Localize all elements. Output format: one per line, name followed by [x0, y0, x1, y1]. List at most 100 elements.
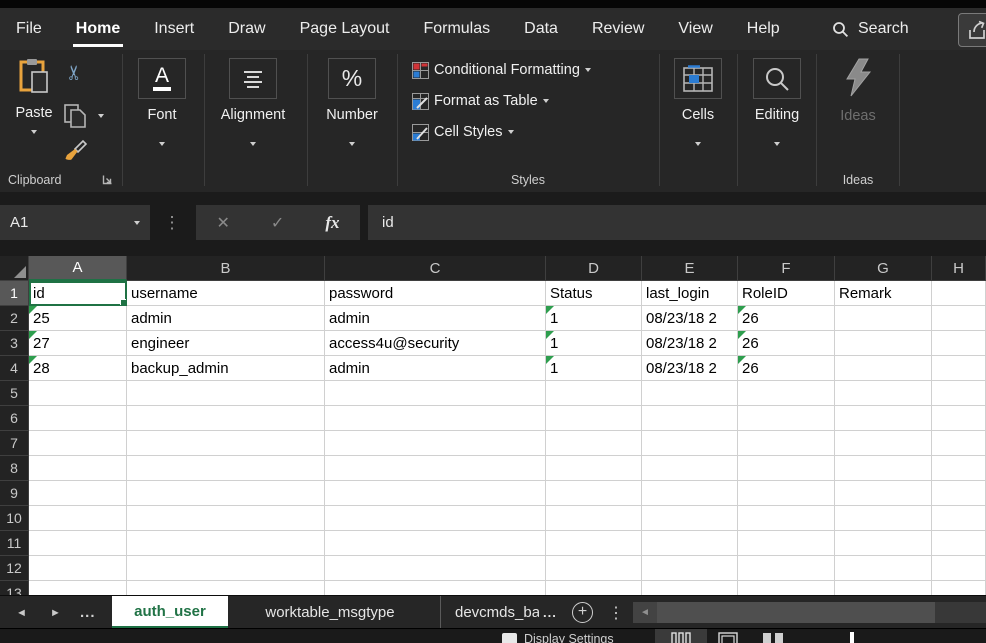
name-box[interactable]: A1 [0, 205, 150, 240]
page-break-view-button[interactable] [762, 632, 784, 643]
cell-A6[interactable] [29, 406, 127, 431]
cell-A9[interactable] [29, 481, 127, 506]
font-settings-button[interactable]: A [138, 58, 186, 99]
cell-E3[interactable]: 08/23/18 2 [642, 331, 738, 356]
row-header-8[interactable]: 8 [0, 456, 29, 481]
cell-C11[interactable] [325, 531, 546, 556]
cell-F9[interactable] [738, 481, 835, 506]
cell-C10[interactable] [325, 506, 546, 531]
fill-handle[interactable] [120, 299, 127, 306]
cell-A2[interactable]: 25 [29, 306, 127, 331]
cell-H4[interactable] [932, 356, 986, 381]
cell-A4[interactable]: 28 [29, 356, 127, 381]
cut-button[interactable]: ✂ [62, 64, 87, 81]
sheet-tab-auth-user[interactable]: auth_user [112, 596, 228, 629]
paste-button[interactable]: Paste [8, 56, 60, 166]
cell-A12[interactable] [29, 556, 127, 581]
cell-G10[interactable] [835, 506, 932, 531]
menu-data[interactable]: Data [524, 8, 558, 50]
add-sheet-button[interactable]: + [572, 602, 593, 623]
scrollbar-left-arrow[interactable]: ◄ [633, 602, 657, 623]
sheet-nav-right-icon[interactable]: ► [50, 596, 61, 629]
cell-C12[interactable] [325, 556, 546, 581]
clipboard-dialog-launcher[interactable] [102, 174, 113, 185]
column-header-A[interactable]: A [29, 256, 127, 281]
sheet-nav-left-icon[interactable]: ◄ [16, 596, 27, 629]
cell-D4[interactable]: 1 [546, 356, 642, 381]
column-header-G[interactable]: G [835, 256, 932, 281]
cell-styles-button[interactable]: Cell Styles [412, 122, 514, 142]
cells-button[interactable] [674, 58, 722, 99]
cell-A5[interactable] [29, 381, 127, 406]
cell-F6[interactable] [738, 406, 835, 431]
font-dropdown-caret[interactable] [159, 142, 165, 146]
cell-C1[interactable]: password [325, 281, 546, 306]
cell-G8[interactable] [835, 456, 932, 481]
cell-F2[interactable]: 26 [738, 306, 835, 331]
cell-F7[interactable] [738, 431, 835, 456]
alignment-dropdown-caret[interactable] [250, 142, 256, 146]
cell-G4[interactable] [835, 356, 932, 381]
scrollbar-thumb[interactable] [657, 602, 935, 623]
cell-D10[interactable] [546, 506, 642, 531]
cell-E6[interactable] [642, 406, 738, 431]
cell-D5[interactable] [546, 381, 642, 406]
row-header-13[interactable]: 13 [0, 581, 29, 595]
cell-H2[interactable] [932, 306, 986, 331]
row-header-1[interactable]: 1 [0, 281, 29, 306]
alignment-settings-button[interactable] [229, 58, 277, 99]
horizontal-scrollbar[interactable]: ◄ [633, 602, 986, 623]
cell-F13[interactable] [738, 581, 835, 595]
cell-B6[interactable] [127, 406, 325, 431]
menu-formulas[interactable]: Formulas [423, 8, 490, 50]
cell-C7[interactable] [325, 431, 546, 456]
cell-C2[interactable]: admin [325, 306, 546, 331]
cell-E10[interactable] [642, 506, 738, 531]
row-header-7[interactable]: 7 [0, 431, 29, 456]
cell-E5[interactable] [642, 381, 738, 406]
row-header-2[interactable]: 2 [0, 306, 29, 331]
cell-B11[interactable] [127, 531, 325, 556]
cell-A8[interactable] [29, 456, 127, 481]
cell-G6[interactable] [835, 406, 932, 431]
cell-D13[interactable] [546, 581, 642, 595]
share-button[interactable] [958, 13, 986, 47]
copy-dropdown-caret[interactable] [98, 114, 104, 118]
cell-H10[interactable] [932, 506, 986, 531]
cell-F1[interactable]: RoleID [738, 281, 835, 306]
cell-B3[interactable]: engineer [127, 331, 325, 356]
insert-function-icon[interactable]: fx [325, 213, 339, 233]
cell-B2[interactable]: admin [127, 306, 325, 331]
row-header-4[interactable]: 4 [0, 356, 29, 381]
cell-D7[interactable] [546, 431, 642, 456]
formula-input[interactable]: id [368, 205, 986, 240]
cell-G5[interactable] [835, 381, 932, 406]
cell-E2[interactable]: 08/23/18 2 [642, 306, 738, 331]
cell-G11[interactable] [835, 531, 932, 556]
cell-G9[interactable] [835, 481, 932, 506]
column-header-H[interactable]: H [932, 256, 986, 281]
cell-D1[interactable]: Status [546, 281, 642, 306]
cell-D6[interactable] [546, 406, 642, 431]
cell-A7[interactable] [29, 431, 127, 456]
cell-B7[interactable] [127, 431, 325, 456]
cell-H5[interactable] [932, 381, 986, 406]
cell-G2[interactable] [835, 306, 932, 331]
cell-C4[interactable]: admin [325, 356, 546, 381]
cell-G1[interactable]: Remark [835, 281, 932, 306]
name-box-caret[interactable] [134, 221, 140, 225]
conditional-formatting-button[interactable]: Conditional Formatting [412, 60, 591, 80]
column-header-D[interactable]: D [546, 256, 642, 281]
sheet-tab-devcmds[interactable]: devcmds_ba ... [440, 596, 568, 629]
cell-D12[interactable] [546, 556, 642, 581]
paste-dropdown-caret[interactable] [31, 130, 37, 134]
cell-E1[interactable]: last_login [642, 281, 738, 306]
cell-E12[interactable] [642, 556, 738, 581]
column-header-F[interactable]: F [738, 256, 835, 281]
ideas-button[interactable]: Ideas [826, 56, 890, 166]
cell-B10[interactable] [127, 506, 325, 531]
search-control[interactable]: Search [832, 8, 909, 50]
normal-view-button[interactable] [655, 629, 707, 643]
menu-review[interactable]: Review [592, 8, 644, 50]
row-header-12[interactable]: 12 [0, 556, 29, 581]
